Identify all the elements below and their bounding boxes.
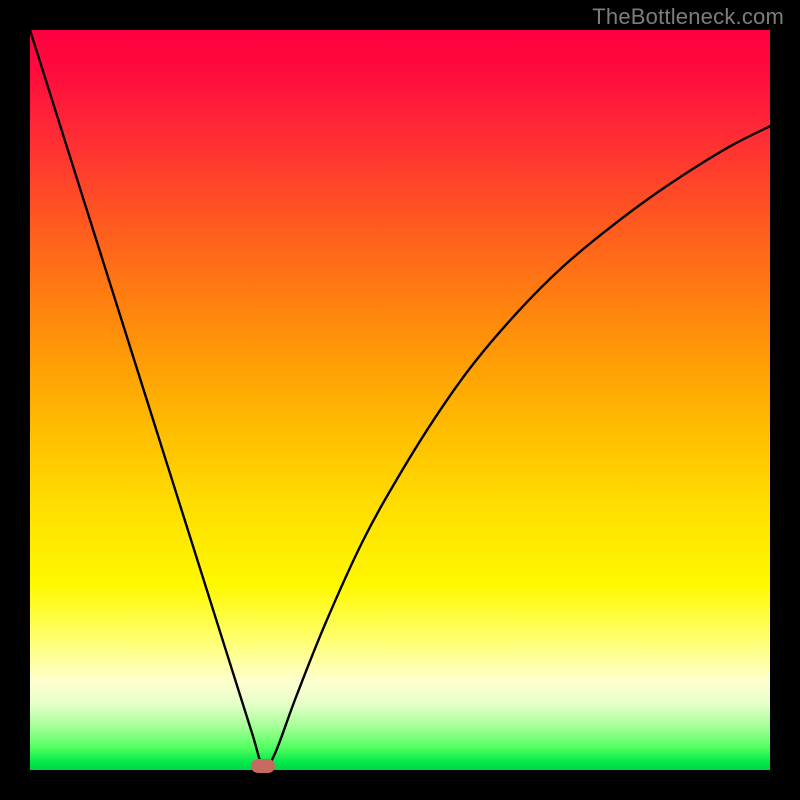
bottleneck-curve xyxy=(30,30,770,770)
plot-area xyxy=(30,30,770,770)
chart-frame: TheBottleneck.com xyxy=(0,0,800,800)
curve-path xyxy=(30,30,770,768)
watermark-label: TheBottleneck.com xyxy=(592,4,784,30)
minimum-marker xyxy=(251,759,275,773)
